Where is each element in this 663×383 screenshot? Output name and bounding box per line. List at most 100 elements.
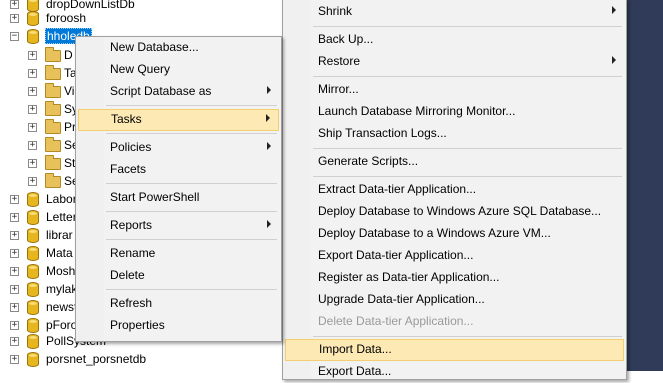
menu-item-mirror[interactable]: Mirror... bbox=[285, 79, 624, 101]
expand-icon[interactable]: + bbox=[10, 303, 19, 312]
menu-item-restore[interactable]: Restore bbox=[285, 51, 624, 73]
menu-item-label: Shrink bbox=[318, 4, 353, 18]
tree-node[interactable]: + foroosh bbox=[0, 8, 280, 28]
tree-node-label[interactable]: St bbox=[64, 156, 75, 170]
menu-item-label: Reports bbox=[110, 218, 153, 232]
menu-item-facets[interactable]: Facets bbox=[78, 159, 279, 181]
menu-item-start-powershell[interactable]: Start PowerShell bbox=[78, 187, 279, 209]
database-icon bbox=[27, 228, 39, 243]
expand-icon[interactable]: + bbox=[28, 123, 37, 132]
menu-item-label: Deploy Database to a Windows Azure VM... bbox=[318, 226, 551, 240]
tree-node-label[interactable]: D bbox=[64, 48, 73, 62]
menu-item-tasks[interactable]: Tasks bbox=[78, 109, 279, 131]
expand-icon[interactable]: + bbox=[10, 213, 19, 222]
tree-node-label[interactable]: porsnet_porsnetdb bbox=[46, 352, 146, 366]
menu-item-refresh[interactable]: Refresh bbox=[78, 293, 279, 315]
menu-item-export-data-tier[interactable]: Export Data-tier Application... bbox=[285, 245, 624, 267]
expand-icon[interactable]: + bbox=[10, 249, 19, 258]
tree-node-label[interactable]: pForo bbox=[46, 318, 77, 332]
menu-item-register-data-tier[interactable]: Register as Data-tier Application... bbox=[285, 267, 624, 289]
expand-icon[interactable]: + bbox=[10, 231, 19, 240]
expand-icon[interactable]: + bbox=[10, 337, 19, 346]
expand-icon[interactable]: + bbox=[10, 14, 19, 23]
menu-separator bbox=[313, 336, 622, 337]
tree-node-label[interactable]: Vi bbox=[64, 84, 74, 98]
tree-node-label[interactable]: Letter bbox=[46, 210, 77, 224]
menu-item-label: Register as Data-tier Application... bbox=[318, 270, 500, 284]
collapse-icon[interactable]: − bbox=[10, 32, 19, 41]
submenu-arrow-icon bbox=[266, 114, 270, 122]
menu-item-label: Back Up... bbox=[318, 32, 374, 46]
menu-item-rename[interactable]: Rename bbox=[78, 243, 279, 265]
folder-icon bbox=[45, 83, 61, 98]
expand-icon[interactable]: + bbox=[28, 69, 37, 78]
submenu-arrow-icon bbox=[612, 56, 616, 64]
menu-item-label: Extract Data-tier Application... bbox=[318, 182, 477, 196]
tree-node-label[interactable]: newst bbox=[46, 300, 77, 314]
menu-item-label: Start PowerShell bbox=[110, 190, 200, 204]
expand-icon[interactable]: + bbox=[10, 285, 19, 294]
menu-item-upgrade-data-tier[interactable]: Upgrade Data-tier Application... bbox=[285, 289, 624, 311]
menu-item-script-database-as[interactable]: Script Database as bbox=[78, 81, 279, 103]
expand-icon[interactable]: + bbox=[10, 321, 19, 330]
tree-node-label[interactable]: mylak bbox=[46, 282, 77, 296]
menu-item-new-database[interactable]: New Database... bbox=[78, 37, 279, 59]
menu-item-reports[interactable]: Reports bbox=[78, 215, 279, 237]
menu-separator bbox=[106, 183, 277, 184]
menu-separator bbox=[106, 105, 277, 106]
background-window bbox=[625, 0, 663, 371]
menu-item-shrink[interactable]: Shrink bbox=[285, 1, 624, 23]
expand-icon[interactable]: + bbox=[28, 87, 37, 96]
tree-node-label[interactable]: librar bbox=[46, 228, 73, 242]
menu-item-label: Upgrade Data-tier Application... bbox=[318, 292, 485, 306]
menu-item-launch-mirroring-monitor[interactable]: Launch Database Mirroring Monitor... bbox=[285, 101, 624, 123]
tree-node-label[interactable]: Mata bbox=[46, 246, 73, 260]
menu-item-policies[interactable]: Policies bbox=[78, 137, 279, 159]
folder-icon bbox=[45, 65, 61, 80]
database-icon bbox=[27, 29, 39, 44]
menu-item-ship-transaction-logs[interactable]: Ship Transaction Logs... bbox=[285, 123, 624, 145]
tree-node-label[interactable]: Labor bbox=[46, 192, 77, 206]
menu-item-label: Restore bbox=[318, 54, 361, 68]
expand-icon[interactable]: + bbox=[28, 105, 37, 114]
menu-item-deploy-azure-sql[interactable]: Deploy Database to Windows Azure SQL Dat… bbox=[285, 201, 624, 223]
menu-item-label: Policies bbox=[110, 140, 152, 154]
menu-item-generate-scripts[interactable]: Generate Scripts... bbox=[285, 151, 624, 173]
menu-separator bbox=[313, 148, 622, 149]
submenu-arrow-icon bbox=[267, 142, 271, 150]
tree-node-label[interactable]: Mosh bbox=[46, 264, 75, 278]
menu-item-label: Export Data-tier Application... bbox=[318, 248, 474, 262]
menu-item-back-up[interactable]: Back Up... bbox=[285, 29, 624, 51]
database-icon bbox=[27, 192, 39, 207]
menu-item-label: New Query bbox=[110, 62, 171, 76]
database-icon bbox=[27, 264, 39, 279]
database-icon bbox=[27, 210, 39, 225]
menu-item-label: Facets bbox=[110, 162, 147, 176]
folder-icon bbox=[45, 173, 61, 188]
menu-separator bbox=[313, 76, 622, 77]
menu-item-label: Refresh bbox=[110, 296, 153, 310]
menu-item-properties[interactable]: Properties bbox=[78, 315, 279, 337]
menu-item-new-query[interactable]: New Query bbox=[78, 59, 279, 81]
menu-item-delete[interactable]: Delete bbox=[78, 265, 279, 287]
expand-icon[interactable]: + bbox=[10, 355, 19, 364]
expand-icon[interactable]: + bbox=[10, 267, 19, 276]
menu-item-export-data[interactable]: Export Data... bbox=[285, 361, 624, 383]
tree-node-label[interactable]: foroosh bbox=[46, 11, 86, 25]
expand-icon[interactable]: + bbox=[28, 141, 37, 150]
menu-item-extract-data-tier[interactable]: Extract Data-tier Application... bbox=[285, 179, 624, 201]
menu-item-label: Mirror... bbox=[318, 82, 359, 96]
expand-icon[interactable]: + bbox=[28, 51, 37, 60]
expand-icon[interactable]: + bbox=[28, 177, 37, 186]
expand-icon[interactable]: + bbox=[28, 159, 37, 168]
menu-separator bbox=[106, 289, 277, 290]
menu-item-deploy-azure-vm[interactable]: Deploy Database to a Windows Azure VM... bbox=[285, 223, 624, 245]
menu-item-label: Generate Scripts... bbox=[318, 154, 419, 168]
folder-icon bbox=[45, 155, 61, 170]
expand-icon[interactable]: + bbox=[10, 195, 19, 204]
menu-item-label: Deploy Database to Windows Azure SQL Dat… bbox=[318, 204, 602, 218]
menu-separator bbox=[106, 239, 277, 240]
folder-icon bbox=[45, 137, 61, 152]
menu-item-delete-data-tier: Delete Data-tier Application... bbox=[285, 311, 624, 333]
menu-item-import-data[interactable]: Import Data... bbox=[285, 339, 624, 361]
